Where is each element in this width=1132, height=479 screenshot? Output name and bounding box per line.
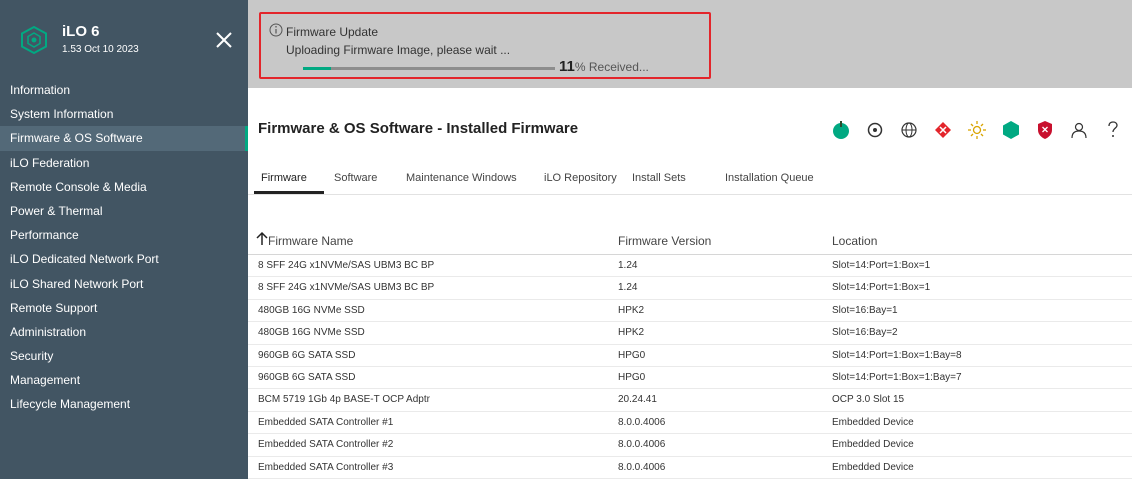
cell-firmware-name: 960GB 6G SATA SSD [258,371,356,383]
table-row[interactable]: 960GB 6G SATA SSD HPG0 Slot=14:Port=1:Box=… [248,345,1132,367]
ilo-logo-icon [21,26,47,54]
sidebar-item-remote-console-media[interactable]: Remote Console & Media [0,175,248,199]
cell-firmware-name: Embedded SATA Controller #1 [258,416,394,428]
sidebar: iLO 6 1.53 Oct 10 2023 Information System… [0,0,248,479]
sidebar-item-remote-support[interactable]: Remote Support [0,296,248,320]
cell-location: Slot=14:Port=1:Box=1 [832,282,931,294]
table-header: Firmware Name Firmware Version Location [248,227,1132,255]
cell-firmware-version: HPG0 [618,371,646,383]
cell-location: Slot=16:Bay=2 [832,327,898,339]
cell-location: Slot=14:Port=1:Box=1 [832,260,931,271]
table-row[interactable]: 480GB 16G NVMe SSD HPK2 Slot=16:Bay=2 [248,322,1132,345]
shield-icon[interactable] [1034,118,1056,142]
tab-ilo-repository[interactable]: iLO Repository [544,172,617,184]
upload-progress-bar [303,67,555,70]
close-icon[interactable] [212,28,236,52]
sidebar-item-administration[interactable]: Administration [0,320,248,344]
tab-maintenance-windows[interactable]: Maintenance Windows [406,172,517,184]
notification-title: Firmware Update [286,25,379,39]
cell-location: Embedded Device [832,439,914,451]
cell-location: Slot=14:Port=1:Box=1:Bay=8 [832,349,962,361]
tab-software[interactable]: Software [334,172,377,184]
sun-icon[interactable] [966,118,988,142]
cell-firmware-version: 8.0.0.4006 [618,461,666,473]
active-tab-indicator [254,191,324,194]
power-icon[interactable] [830,118,852,142]
table-row[interactable]: Embedded SATA Controller #1 8.0.0.4006 Emb… [248,412,1132,435]
app-version: 1.53 Oct 10 2023 [62,44,139,55]
cell-firmware-version: HPK2 [618,304,645,316]
cell-firmware-version: HPG0 [618,349,646,361]
tab-installation-queue[interactable]: Installation Queue [725,172,814,184]
cell-location: Slot=16:Bay=1 [832,304,898,316]
column-header-version[interactable]: Firmware Version [618,234,711,248]
cell-firmware-name: 480GB 16G NVMe SSD [258,327,365,339]
sidebar-item-management[interactable]: Management [0,368,248,392]
tab-bar: Firmware Software Maintenance Windows iL… [248,164,1132,195]
table-row[interactable]: 960GB 6G SATA SSD HPG0 Slot=14:Port=1:Box=… [248,367,1132,390]
table-body: 8 SFF 24G x1NVMe/SAS UBM3 BC BP 1.24 Slot=… [248,255,1132,479]
progress-suffix: % Received... [574,60,649,74]
cell-location: Embedded Device [832,461,914,473]
tab-firmware[interactable]: Firmware [261,172,307,184]
sidebar-item-system-information[interactable]: System Information [0,102,248,126]
sidebar-item-ilo-federation[interactable]: iLO Federation [0,151,248,175]
column-header-location[interactable]: Location [832,234,877,248]
info-icon [269,23,283,37]
app-window: iLO 6 1.53 Oct 10 2023 Information System… [0,0,1132,479]
progress-label: 11% Received... [559,58,649,75]
sidebar-item-ilo-shared-network-port[interactable]: iLO Shared Network Port [0,272,248,296]
upload-progress-fill [303,67,331,70]
cell-firmware-version: HPK2 [618,327,645,339]
notification-bar: Firmware Update Uploading Firmware Image… [248,0,1132,88]
table-row[interactable]: BCM 5719 1Gb 4p BASE-T OCP Adptr 20.24.41… [248,389,1132,412]
cell-location: Slot=14:Port=1:Box=1:Bay=7 [832,371,962,383]
tab-install-sets[interactable]: Install Sets [632,172,686,184]
cell-firmware-name: 960GB 6G SATA SSD [258,349,356,361]
cell-firmware-version: 8.0.0.4006 [618,416,666,428]
health-alert-icon[interactable] [932,118,954,142]
table-row[interactable]: Embedded SATA Controller #3 8.0.0.4006 Emb… [248,457,1132,479]
page-title: Firmware & OS Software - Installed Firmw… [258,120,579,137]
app-title: iLO 6 [62,23,100,40]
cell-firmware-name: 8 SFF 24G x1NVMe/SAS UBM3 BC BP [258,260,435,271]
sidebar-header: iLO 6 1.53 Oct 10 2023 [0,0,248,73]
cell-location: OCP 3.0 Slot 15 [832,394,905,406]
table-row[interactable]: Embedded SATA Controller #2 8.0.0.4006 Emb… [248,434,1132,457]
help-icon[interactable] [1102,118,1124,142]
cell-firmware-version: 1.24 [618,282,638,294]
cell-firmware-name: 8 SFF 24G x1NVMe/SAS UBM3 BC BP [258,282,435,294]
sidebar-item-power-thermal[interactable]: Power & Thermal [0,199,248,223]
table-row[interactable]: 480GB 16G NVMe SSD HPK2 Slot=16:Bay=1 [248,300,1132,323]
table-row[interactable]: 8 SFF 24G x1NVMe/SAS UBM3 BC BP 1.24 Slot=… [248,277,1132,300]
sidebar-nav: Information System Information Firmware & … [0,78,248,417]
notification-message: Uploading Firmware Image, please wait ..… [286,43,511,57]
firmware-table: Firmware Name Firmware Version Location … [248,227,1132,479]
uid-locator-icon[interactable] [864,118,886,142]
cell-firmware-name: 480GB 16G NVMe SSD [258,304,365,316]
cell-firmware-name: Embedded SATA Controller #2 [258,439,394,451]
cell-firmware-name: BCM 5719 1Gb 4p BASE-T OCP Adptr [258,394,430,406]
column-header-name[interactable]: Firmware Name [268,234,353,248]
cell-firmware-name: Embedded SATA Controller #3 [258,461,394,473]
hexagon-status-icon[interactable] [1000,118,1022,142]
sidebar-item-performance[interactable]: Performance [0,223,248,247]
cell-firmware-version: 8.0.0.4006 [618,439,666,451]
table-row[interactable]: 8 SFF 24G x1NVMe/SAS UBM3 BC BP 1.24 Slot=… [248,255,1132,278]
sort-ascending-icon[interactable] [256,231,268,245]
user-icon[interactable] [1068,118,1090,142]
sidebar-item-lifecycle-management[interactable]: Lifecycle Management [0,392,248,416]
cell-location: Embedded Device [832,416,914,428]
sidebar-item-security[interactable]: Security [0,344,248,368]
sidebar-item-information[interactable]: Information [0,78,248,102]
cell-firmware-version: 1.24 [618,260,638,271]
firmware-update-notification: Firmware Update Uploading Firmware Image… [259,12,711,79]
sidebar-item-ilo-dedicated-network-port[interactable]: iLO Dedicated Network Port [0,247,248,271]
globe-icon[interactable] [898,118,920,142]
cell-firmware-version: 20.24.41 [618,394,657,406]
sidebar-item-firmware-os-software[interactable]: Firmware & OS Software [0,126,248,151]
progress-percent: 11 [559,58,575,75]
